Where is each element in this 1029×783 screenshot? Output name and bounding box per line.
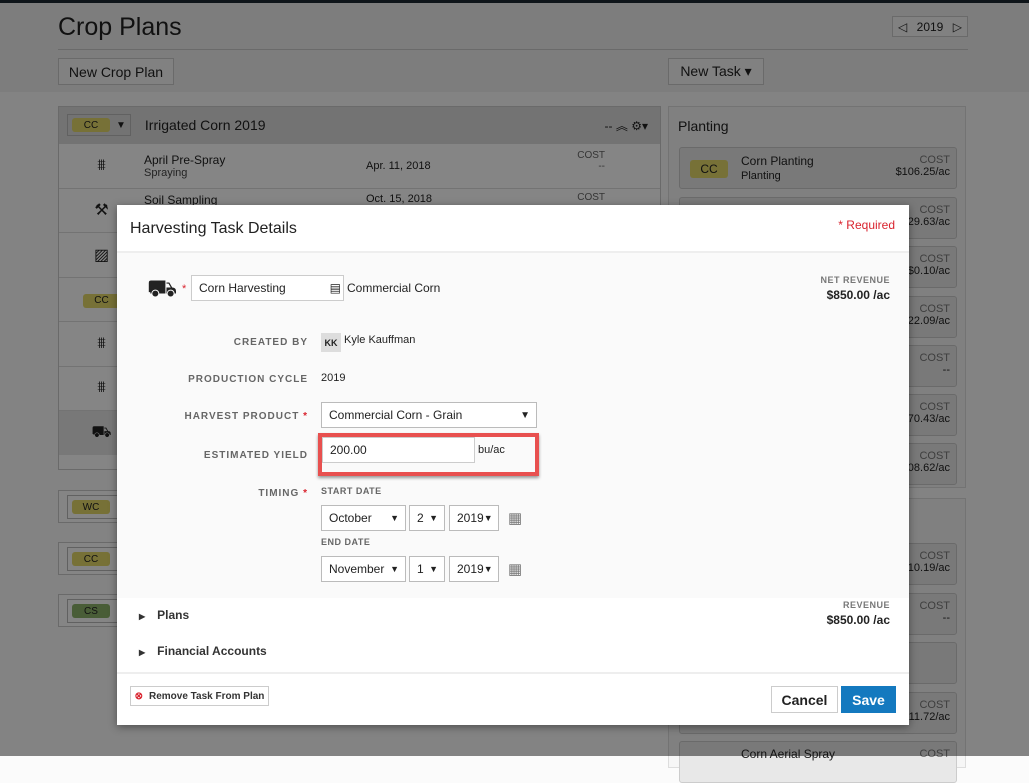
yield-unit: bu/ac	[478, 444, 505, 456]
revenue-value: $850.00 /ac	[826, 613, 890, 627]
end-day-value: 1	[417, 562, 424, 576]
remove-task-label: Remove Task From Plan	[148, 690, 265, 702]
end-month-value: November	[329, 562, 385, 576]
plans-section-toggle[interactable]: ▶ Plans	[139, 608, 189, 622]
start-day-value: 2	[417, 511, 424, 525]
harvester-icon: ⛟	[147, 275, 178, 302]
harvest-product-label: HARVEST PRODUCT	[184, 411, 300, 422]
timing-label: TIMING	[258, 488, 300, 499]
production-cycle-value: 2019	[321, 372, 346, 384]
financial-accounts-toggle[interactable]: ▶ Financial Accounts	[139, 644, 267, 658]
start-month-value: October	[329, 511, 372, 525]
start-month-select[interactable]: October ▼	[321, 505, 406, 531]
required-star: *	[182, 283, 187, 295]
remove-icon: ⊗	[134, 690, 143, 702]
end-day-select[interactable]: 1 ▼	[409, 556, 445, 582]
harvest-product-value: Commercial Corn - Grain	[329, 408, 463, 422]
end-date-label: END DATE	[321, 537, 371, 547]
cancel-button[interactable]: Cancel	[771, 686, 838, 713]
created-by-label: CREATED BY	[233, 337, 308, 348]
estimated-yield-label: ESTIMATED YIELD	[203, 450, 308, 461]
harvest-product-select[interactable]: Commercial Corn - Grain ▼	[321, 402, 537, 428]
calendar-icon[interactable]: ▦	[508, 509, 522, 527]
task-name-value: Corn Harvesting	[199, 281, 286, 295]
caret-right-icon: ▶	[139, 648, 146, 657]
chevron-down-icon: ▼	[520, 409, 530, 421]
revenue-label: REVENUE	[842, 600, 890, 610]
harvesting-task-modal: Harvesting Task Details * Required ⛟ * C…	[117, 205, 909, 725]
calendar-icon[interactable]: ▦	[508, 560, 522, 578]
start-year-value: 2019	[457, 511, 484, 525]
required-note: * Required	[838, 218, 895, 232]
crop-name: Commercial Corn	[347, 281, 441, 295]
creator-name: Kyle Kauffman	[344, 334, 416, 346]
chevron-down-icon: ▼	[429, 513, 438, 523]
net-revenue-label: NET REVENUE	[820, 275, 890, 285]
id-card-icon[interactable]: ▤	[330, 281, 341, 295]
estimated-yield-input[interactable]: 200.00	[322, 437, 475, 463]
task-name-input[interactable]: Corn Harvesting ▤	[191, 275, 344, 301]
end-year-value: 2019	[457, 562, 484, 576]
plans-label: Plans	[157, 608, 190, 622]
end-year-select[interactable]: 2019 ▼	[449, 556, 499, 582]
chevron-down-icon: ▼	[390, 513, 399, 523]
modal-title: Harvesting Task Details	[130, 220, 297, 237]
avatar: KK	[321, 333, 341, 352]
remove-task-button[interactable]: ⊗ Remove Task From Plan	[130, 686, 269, 706]
start-date-label: START DATE	[321, 486, 382, 496]
start-day-select[interactable]: 2 ▼	[409, 505, 445, 531]
financial-accounts-label: Financial Accounts	[157, 644, 267, 658]
chevron-down-icon: ▼	[390, 564, 399, 574]
chevron-down-icon: ▼	[483, 513, 493, 523]
chevron-down-icon: ▼	[429, 564, 438, 574]
end-month-select[interactable]: November ▼	[321, 556, 406, 582]
net-revenue-value: $850.00 /ac	[826, 288, 890, 302]
production-cycle-label: PRODUCTION CYCLE	[188, 374, 308, 385]
save-button[interactable]: Save	[841, 686, 896, 713]
chevron-down-icon: ▼	[483, 564, 493, 574]
start-year-select[interactable]: 2019 ▼	[449, 505, 499, 531]
caret-right-icon: ▶	[139, 612, 146, 621]
